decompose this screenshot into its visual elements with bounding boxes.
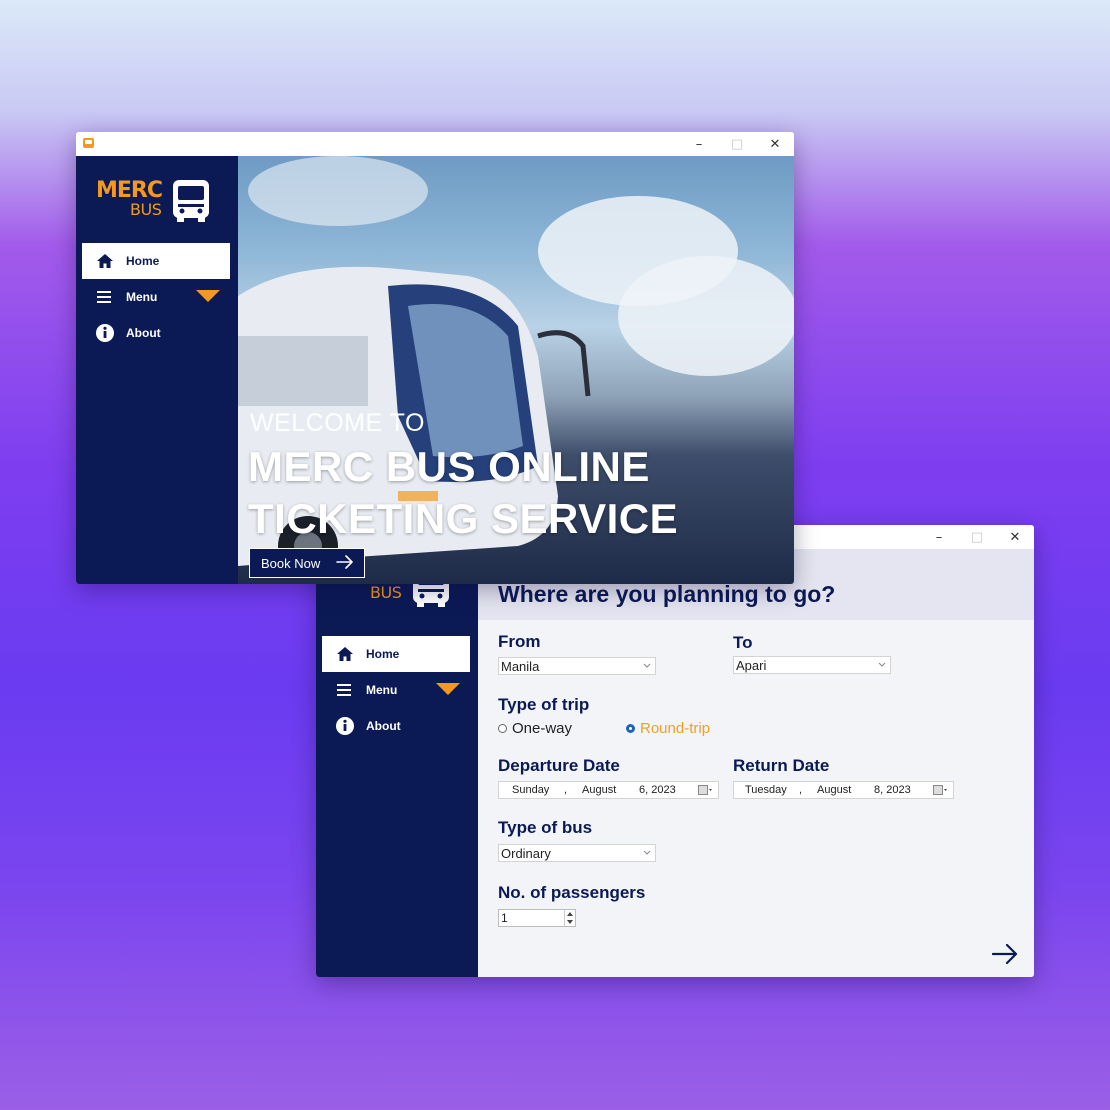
date-value: 6, 2023 [639, 784, 676, 796]
to-value: Apari [736, 658, 767, 673]
next-arrow-icon[interactable] [992, 943, 1018, 965]
chevron-down-icon [643, 663, 651, 668]
date-month: August [817, 784, 852, 796]
bus-app-icon [83, 138, 94, 148]
home-icon [334, 645, 356, 663]
hero-title-line-2: TICKETING SERVICE [248, 495, 679, 542]
info-icon [94, 324, 116, 342]
booking-form: From Manila To Apari Type of trip One-wa… [478, 620, 1034, 977]
chevron-down-icon[interactable] [436, 682, 460, 696]
sidebar-item-menu[interactable]: Menu [322, 672, 470, 708]
home-icon [94, 252, 116, 270]
from-value: Manila [501, 659, 540, 674]
date-sep: , [564, 784, 568, 796]
sidebar-item-label: Home [126, 254, 160, 268]
arrow-right-icon [336, 555, 353, 569]
radio-round-trip[interactable]: Round-trip [626, 720, 710, 737]
date-month: August [582, 784, 617, 796]
info-icon [334, 717, 356, 735]
return-date-label: Return Date [733, 756, 830, 775]
logo-text-bus: BUS [130, 200, 162, 219]
book-now-label: Book Now [261, 555, 321, 571]
sidebar-item-label: Home [366, 647, 400, 661]
bus-type-select[interactable]: Ordinary [498, 844, 656, 862]
maximize-button[interactable]: □ [958, 525, 996, 549]
sidebar: MERC BUS Home Menu [316, 549, 478, 977]
bus-type-label: Type of bus [498, 818, 593, 837]
close-button[interactable]: ✕ [756, 132, 794, 156]
sidebar-item-label: About [366, 719, 401, 733]
return-date-picker[interactable]: Tuesday , August 8, 2023 [733, 781, 954, 799]
close-button[interactable]: ✕ [996, 525, 1034, 549]
welcome-window: – □ ✕ MERC BUS Home Menu About WELCOME T… [76, 132, 794, 584]
sidebar: MERC BUS Home Menu [76, 156, 238, 584]
radio-one-way[interactable]: One-way [498, 720, 572, 737]
sidebar-item-label: Menu [366, 683, 398, 697]
welcome-text: WELCOME TO [250, 409, 425, 437]
to-select[interactable]: Apari [733, 656, 891, 674]
radio-indicator [626, 724, 635, 733]
sidebar-item-home[interactable]: Home [82, 243, 230, 279]
radio-label: Round-trip [640, 720, 711, 737]
date-sep: , [799, 784, 803, 796]
date-value: 8, 2023 [874, 784, 911, 796]
hamburger-icon [334, 681, 356, 699]
hamburger-icon [94, 288, 116, 306]
sidebar-item-about[interactable]: About [322, 708, 470, 744]
logo-text-bus: BUS [370, 583, 402, 602]
chevron-down-icon [878, 662, 886, 667]
to-label: To [733, 633, 753, 652]
bus-type-value: Ordinary [501, 846, 551, 861]
from-label: From [498, 632, 541, 651]
departure-date-picker[interactable]: Sunday , August 6, 2023 [498, 781, 719, 799]
book-now-button[interactable]: Book Now [249, 548, 365, 578]
calendar-icon[interactable] [698, 785, 714, 796]
trip-type-label: Type of trip [498, 695, 590, 714]
radio-label: One-way [512, 720, 573, 737]
maximize-button[interactable]: □ [718, 132, 756, 156]
page-title: Where are you planning to go? [498, 581, 836, 607]
departure-date-label: Departure Date [498, 756, 620, 775]
sidebar-item-menu[interactable]: Menu [82, 279, 230, 315]
brand-logo: MERC BUS [336, 561, 466, 627]
minimize-button[interactable]: – [920, 525, 958, 549]
stepper-arrows-icon[interactable] [564, 910, 575, 926]
date-day: Tuesday [745, 784, 787, 796]
passengers-stepper[interactable]: 1 [498, 909, 576, 927]
chevron-down-icon [643, 850, 651, 855]
hero-banner: WELCOME TO MERC BUS ONLINE TICKETING SER… [238, 156, 794, 584]
bus-logo-icon [173, 180, 209, 222]
cloud-shape [618, 256, 794, 376]
brand-logo: MERC BUS [96, 178, 226, 228]
sidebar-item-label: Menu [126, 290, 158, 304]
minimize-button[interactable]: – [680, 132, 718, 156]
sidebar-item-about[interactable]: About [82, 315, 230, 351]
calendar-icon[interactable] [933, 785, 949, 796]
title-bar: – □ ✕ [76, 132, 794, 157]
hero-title: MERC BUS ONLINE TICKETING SERVICE [248, 441, 678, 545]
hero-title-line-1: MERC BUS ONLINE [248, 443, 650, 490]
passengers-label: No. of passengers [498, 883, 646, 902]
radio-indicator [498, 724, 507, 733]
sidebar-item-label: About [126, 326, 161, 340]
date-day: Sunday [512, 784, 550, 796]
sidebar-item-home[interactable]: Home [322, 636, 470, 672]
chevron-down-icon[interactable] [196, 289, 220, 303]
from-select[interactable]: Manila [498, 657, 656, 675]
passengers-value: 1 [501, 911, 508, 925]
booking-window: – □ ✕ MERC BUS Home M [316, 525, 1034, 977]
